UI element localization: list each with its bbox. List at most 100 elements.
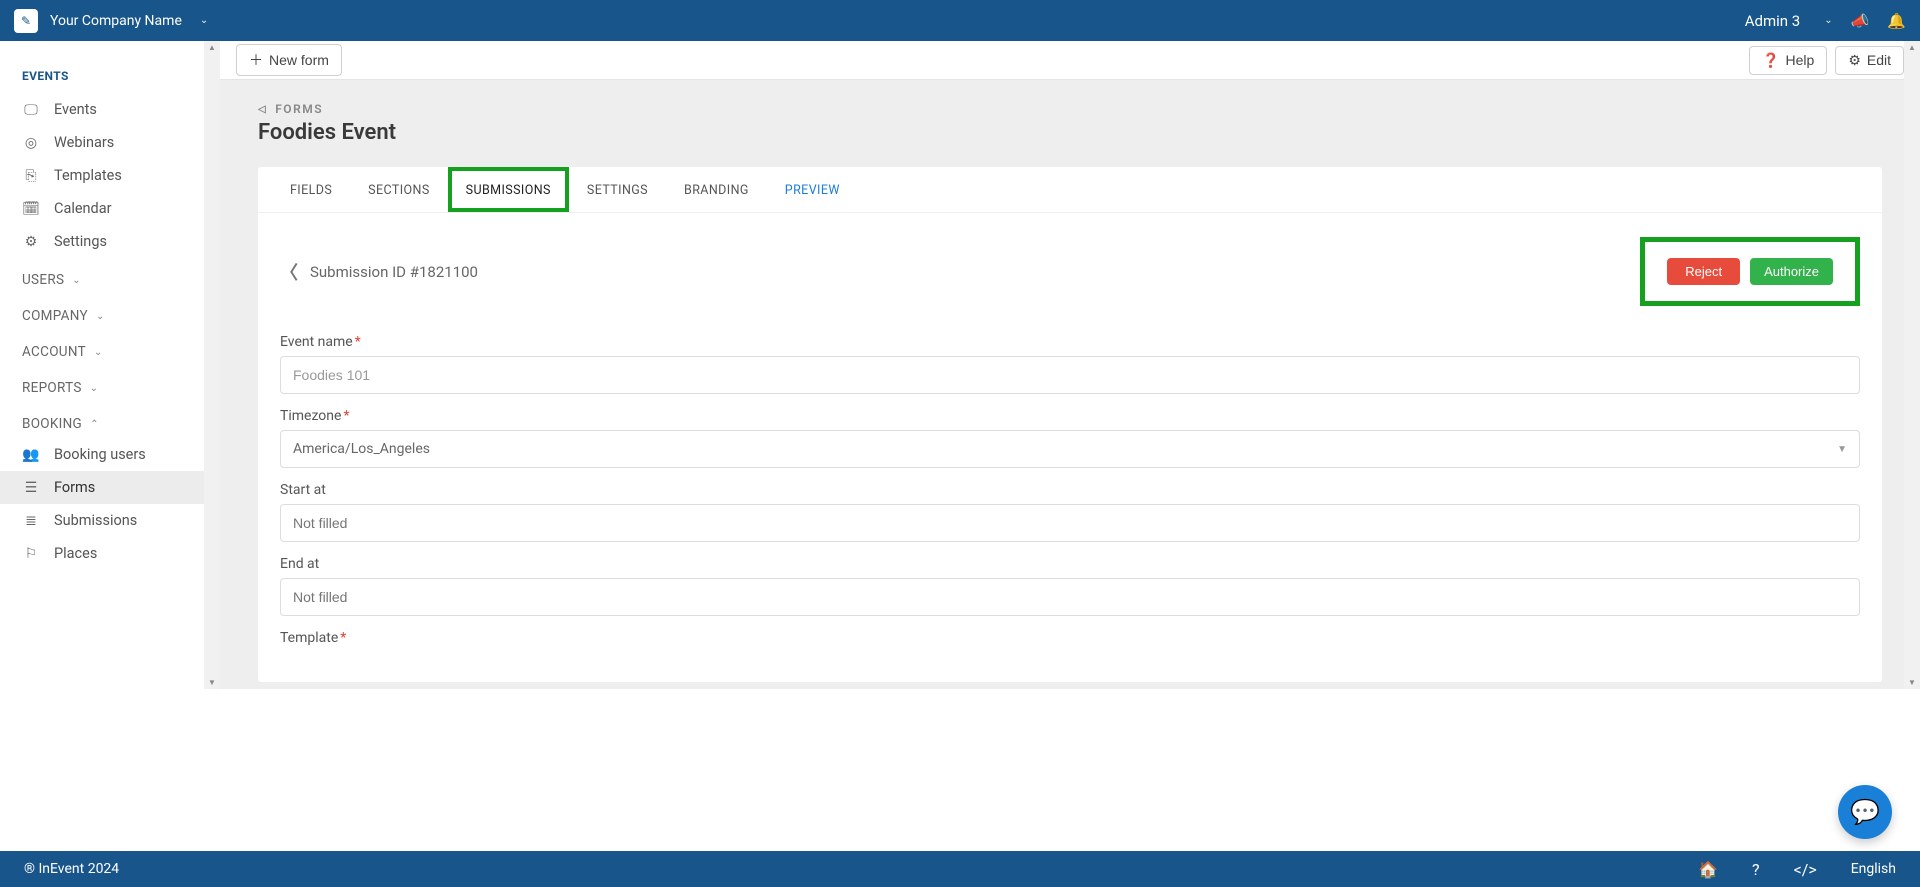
sidebar-group-users[interactable]: USERS ⌄ <box>0 258 204 294</box>
new-form-button[interactable]: ＋ New form <box>236 44 342 76</box>
sidebar-item-label: Forms <box>54 479 95 496</box>
tab-settings[interactable]: SETTINGS <box>569 167 666 212</box>
start-at-input[interactable] <box>280 504 1860 542</box>
sidebar-group-company[interactable]: COMPANY ⌄ <box>0 294 204 330</box>
chevron-down-icon: ⌄ <box>94 347 103 358</box>
help-button[interactable]: ❓Help <box>1749 46 1827 75</box>
sidebar-section-events: EVENTS <box>0 59 204 93</box>
chevron-down-icon: ⌄ <box>90 383 99 394</box>
announce-icon[interactable]: 📣 <box>1851 12 1870 30</box>
sidebar-item-label: Settings <box>54 233 107 250</box>
calendar-icon: 🗓 <box>22 201 40 217</box>
sidebar-item-webinars[interactable]: ◎Webinars <box>0 126 204 159</box>
end-at-label: End at <box>280 556 1860 572</box>
sidebar-item-templates[interactable]: ⎘Templates <box>0 159 204 192</box>
sidebar-group-label: ACCOUNT <box>22 344 86 360</box>
sidebar-group-label: COMPANY <box>22 308 88 324</box>
submission-back[interactable]: 〈 Submission ID #1821100 <box>280 259 478 285</box>
sidebar-item-label: Calendar <box>54 200 112 217</box>
chat-fab[interactable]: 💬 <box>1838 785 1892 839</box>
sidebar-item-events[interactable]: 🖵 Events <box>0 93 204 126</box>
monitor-icon: 🖵 <box>22 102 40 118</box>
toolbar: ＋ New form ❓Help ⚙Edit <box>220 41 1920 80</box>
list-icon: ☰ <box>22 480 40 496</box>
top-bar: ✎ Your Company Name ⌄ Admin 3 ⌄ 📣 🔔 <box>0 0 1920 41</box>
code-icon[interactable]: </> <box>1794 860 1817 879</box>
broadcast-icon: ◎ <box>22 135 40 151</box>
user-name[interactable]: Admin 3 <box>1745 12 1800 30</box>
sidebar-scrollbar[interactable]: ▲▼ <box>204 41 220 689</box>
sidebar-item-label: Events <box>54 101 97 118</box>
company-logo-icon[interactable]: ✎ <box>14 9 38 33</box>
templates-icon: ⎘ <box>22 168 40 184</box>
tab-branding[interactable]: BRANDING <box>666 167 767 212</box>
sidebar-group-label: REPORTS <box>22 380 82 396</box>
help-label: Help <box>1786 52 1815 68</box>
tab-fields[interactable]: FIELDS <box>272 167 350 212</box>
event-name-input[interactable] <box>280 356 1860 394</box>
sidebar-item-booking-users[interactable]: 👥Booking users <box>0 438 204 471</box>
reject-button[interactable]: Reject <box>1667 258 1740 285</box>
sidebar-item-submissions[interactable]: ≣Submissions <box>0 504 204 537</box>
rows-icon: ≣ <box>22 513 40 529</box>
tabs: FIELDS SECTIONS SUBMISSIONS SETTINGS BRA… <box>258 167 1882 213</box>
chevron-up-icon: ⌃ <box>90 419 99 430</box>
footer-copyright: ® InEvent 2024 <box>24 861 119 877</box>
sidebar-item-calendar[interactable]: 🗓 Calendar <box>0 192 204 225</box>
plus-icon: ＋ <box>249 50 263 70</box>
sidebar-item-label: Booking users <box>54 446 146 463</box>
chevron-down-icon: ⌄ <box>72 275 81 286</box>
start-at-label: Start at <box>280 482 1860 498</box>
template-label: Template* <box>280 630 1860 646</box>
sidebar-group-label: USERS <box>22 272 64 288</box>
footer: ® InEvent 2024 🏠 ? </> English <box>0 851 1920 887</box>
layout: EVENTS 🖵 Events ◎Webinars ⎘Templates 🗓 Cal… <box>0 41 1920 689</box>
user-chevron-icon[interactable]: ⌄ <box>1824 15 1832 26</box>
required-marker: * <box>343 408 349 424</box>
tab-sections[interactable]: SECTIONS <box>350 167 447 212</box>
breadcrumb-label: FORMS <box>275 102 323 116</box>
tab-submissions[interactable]: SUBMISSIONS <box>448 167 569 212</box>
timezone-select[interactable]: America/Los_Angeles ▼ <box>280 430 1860 468</box>
language-select[interactable]: English <box>1851 861 1896 877</box>
breadcrumb[interactable]: ◁ FORMS <box>258 102 1866 116</box>
sidebar-group-booking[interactable]: BOOKING ⌃ <box>0 402 204 438</box>
end-at-input[interactable] <box>280 578 1860 616</box>
edit-button[interactable]: ⚙Edit <box>1835 46 1904 75</box>
sidebar-group-account[interactable]: ACCOUNT ⌄ <box>0 330 204 366</box>
gear-icon: ⚙ <box>22 234 40 250</box>
main-scrollbar[interactable]: ▲▼ <box>1904 41 1920 689</box>
tab-preview[interactable]: PREVIEW <box>767 167 858 212</box>
help-icon[interactable]: ? <box>1752 860 1760 879</box>
page-header: ◁ FORMS Foodies Event <box>220 80 1904 149</box>
company-name[interactable]: Your Company Name <box>50 13 182 29</box>
sidebar-container: EVENTS 🖵 Events ◎Webinars ⎘Templates 🗓 Cal… <box>0 41 220 689</box>
sidebar-item-label: Places <box>54 545 97 562</box>
submission-header: 〈 Submission ID #1821100 Reject Authoriz… <box>258 213 1882 312</box>
bell-icon[interactable]: 🔔 <box>1887 12 1906 30</box>
topbar-left: ✎ Your Company Name ⌄ <box>14 9 208 33</box>
required-marker: * <box>340 630 346 646</box>
footer-right: 🏠 ? </> English <box>1698 860 1896 879</box>
company-chevron-icon[interactable]: ⌄ <box>200 15 208 26</box>
page-title: Foodies Event <box>258 120 1866 145</box>
sidebar-item-forms[interactable]: ☰ Forms <box>0 471 204 504</box>
sidebar-group-label: BOOKING <box>22 416 82 432</box>
edit-label: Edit <box>1867 52 1891 68</box>
form: Event name* Timezone* America/Los_Angele… <box>258 312 1882 646</box>
toolbar-right: ❓Help ⚙Edit <box>1749 46 1904 75</box>
chevron-down-icon: ⌄ <box>96 311 105 322</box>
sidebar-group-reports[interactable]: REPORTS ⌄ <box>0 366 204 402</box>
sidebar-item-places[interactable]: ⚐Places <box>0 537 204 570</box>
submission-id-label: Submission ID #1821100 <box>310 263 478 281</box>
required-marker: * <box>355 334 361 350</box>
new-form-label: New form <box>269 52 329 68</box>
sidebar-item-settings[interactable]: ⚙ Settings <box>0 225 204 258</box>
home-icon[interactable]: 🏠 <box>1698 860 1718 879</box>
chevron-left-icon: 〈 <box>280 259 298 285</box>
topbar-right: Admin 3 ⌄ 📣 🔔 <box>1745 12 1906 30</box>
event-name-label: Event name* <box>280 334 1860 350</box>
action-box: Reject Authorize <box>1640 237 1860 306</box>
sidebar: EVENTS 🖵 Events ◎Webinars ⎘Templates 🗓 Cal… <box>0 41 204 689</box>
authorize-button[interactable]: Authorize <box>1750 258 1833 285</box>
